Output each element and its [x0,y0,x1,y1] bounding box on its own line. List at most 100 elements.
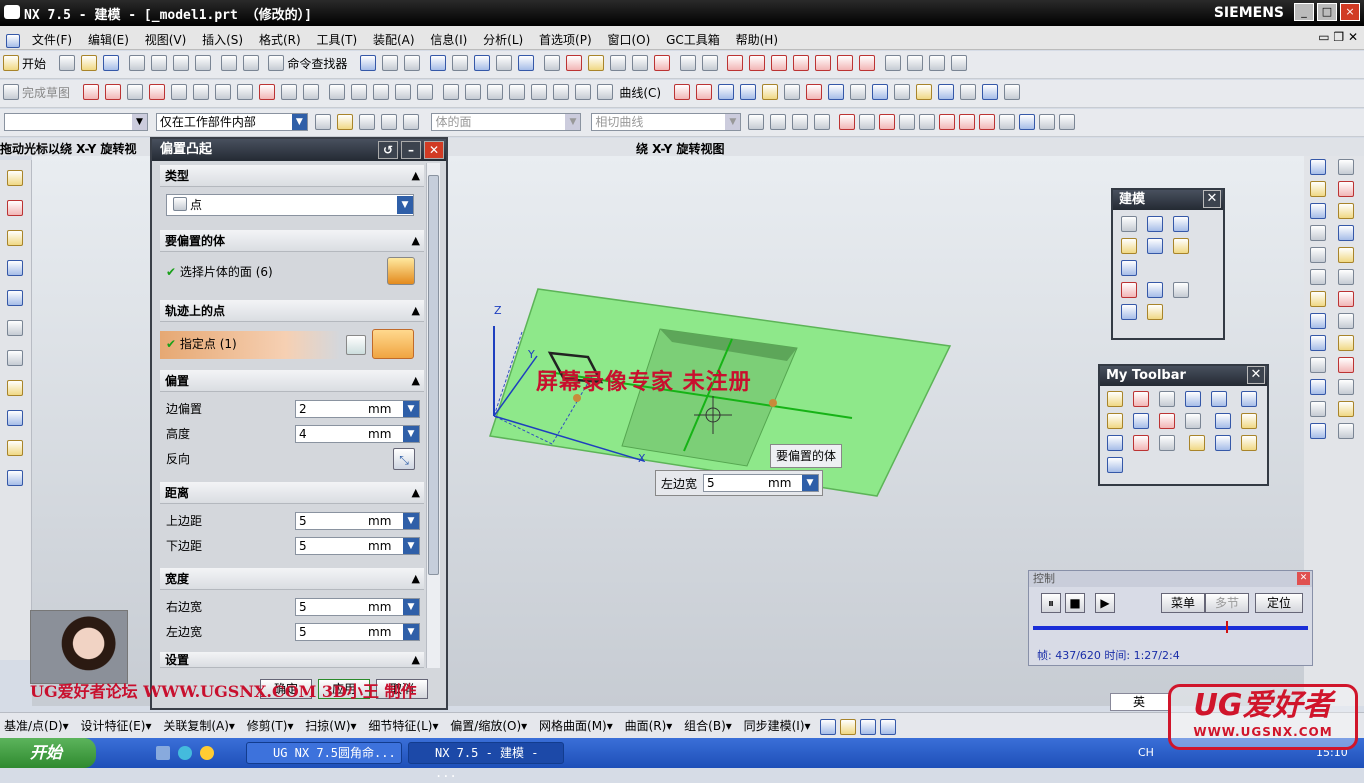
my-tool-s-icon[interactable] [1107,457,1123,473]
surface-e-icon[interactable] [959,84,976,100]
dialog-reset-button[interactable]: ↺ [378,141,398,159]
system-scene-icon[interactable] [7,470,23,486]
history-icon[interactable] [7,320,23,336]
feature-a-icon[interactable] [1310,159,1326,175]
select-faces-row[interactable]: ✔ 选择片体的面 (6) [160,257,424,285]
left-width-onscreen-input[interactable]: 左边宽 5 mm ▼ [655,470,823,496]
snap-quadrant-icon[interactable] [938,114,955,130]
snap-d-icon[interactable] [814,114,831,130]
menu-button[interactable]: 菜单 [1161,593,1205,613]
minimize-button[interactable]: _ [1294,3,1314,21]
snap-extra-a-icon[interactable] [1038,114,1055,130]
part-navigator-icon[interactable] [7,230,23,246]
orient-view-icon[interactable] [518,55,534,71]
my-tool-b-icon[interactable] [1133,391,1149,407]
curve-f-icon[interactable] [783,84,800,100]
pattern-curve-icon[interactable] [350,84,367,100]
datum-csys-icon[interactable] [1173,216,1189,232]
feature-d-icon[interactable] [1338,181,1354,197]
tool-c-icon[interactable] [679,55,696,71]
my-tool-a-icon[interactable] [1107,391,1123,407]
trim-icon[interactable] [394,84,411,100]
menu-help[interactable]: 帮助(H) [730,26,784,53]
system-materials-icon[interactable] [7,350,23,366]
surface-f-icon[interactable] [981,84,998,100]
curve-i-icon[interactable] [849,84,866,100]
chamfer-feature-icon[interactable] [1147,282,1163,298]
my-toolbar-title[interactable]: My Toolbar ✕ [1100,366,1267,386]
face-rule-combo[interactable]: 体的面 ▼ [431,113,582,131]
taskbar-item-nx[interactable]: NX 7.5 - 建模 - ... [408,742,564,780]
bottom-tool-b-icon[interactable] [840,718,857,735]
feature-i-icon[interactable] [1310,247,1326,263]
feature-t-icon[interactable] [1338,357,1354,373]
section-offset[interactable]: 偏置 ▲ [160,370,424,392]
start-menu-button[interactable]: 开始 [0,738,96,768]
control-close-button[interactable]: ✕ [1297,572,1310,585]
menu-tools[interactable]: 工具(T) [310,26,363,53]
constraint-g-icon[interactable] [574,84,591,100]
menu-view[interactable]: 视图(V) [139,26,193,53]
curve-tool-b-icon[interactable] [749,55,766,71]
my-tool-i-icon[interactable] [1159,413,1175,429]
surface-b-icon[interactable] [893,84,910,100]
display-icon[interactable] [543,55,560,71]
synchronous-modeling-menu[interactable]: 同步建模(I)▾ [740,713,815,738]
my-tool-p-icon[interactable] [1188,435,1205,451]
select-body-cube-icon[interactable] [387,257,415,285]
feature-s-icon[interactable] [1310,357,1326,373]
command-finder-icon[interactable] [268,55,285,71]
feature-k-icon[interactable] [1310,269,1326,285]
save-icon[interactable] [102,55,119,71]
mirror-curve-icon[interactable] [372,84,389,100]
curve-tool-c-icon[interactable] [771,55,788,71]
feature-q-icon[interactable] [1310,335,1326,351]
close-button[interactable]: × [1340,3,1360,21]
bottom-margin-input[interactable]: 5 mm ▼ [295,537,420,555]
associative-copy-menu[interactable]: 关联复制(A)▾ [159,713,239,738]
snap-existing-point-icon[interactable] [958,114,975,130]
internet-explorer-icon[interactable] [7,290,23,306]
view-b-icon[interactable] [907,55,924,71]
shell-icon[interactable] [1121,304,1137,320]
constraint-d-icon[interactable] [508,84,525,100]
snap-endpoint-icon[interactable] [838,114,855,130]
maximize-button[interactable]: □ [1317,3,1337,21]
extrude-icon[interactable] [1121,238,1137,254]
app-menu-icon[interactable] [6,33,20,48]
my-tool-h-icon[interactable] [1133,413,1149,429]
polygon-icon[interactable] [236,84,253,100]
my-tool-n-icon[interactable] [1133,435,1149,451]
curve-h-icon[interactable] [827,84,844,100]
select-feature-icon[interactable] [336,114,353,130]
surface-menu[interactable]: 曲面(R)▾ [621,713,677,738]
snap-on-curve-icon[interactable] [978,114,995,130]
section-point-on-path[interactable]: 轨迹上的点 ▲ [160,300,424,322]
start-icon[interactable] [3,55,19,71]
bottom-tool-d-icon[interactable] [880,718,897,735]
surface-d-icon[interactable] [937,84,954,100]
modeling-palette-close-button[interactable]: ✕ [1203,190,1221,208]
specify-point-row[interactable]: ✔ 指定点 (1) [160,331,340,359]
process-studio-icon[interactable] [7,380,23,396]
menu-assembly[interactable]: 装配(A) [367,26,421,53]
datum-point-menu[interactable]: 基准/点(D)▾ [0,713,73,738]
curve-tool-e-icon[interactable] [815,55,832,71]
curve-d-icon[interactable] [739,84,756,100]
my-tool-j-icon[interactable] [1185,413,1201,429]
snap-bounded-icon[interactable] [1018,114,1035,130]
feature-m-icon[interactable] [1310,291,1326,307]
zoom-icon[interactable] [452,55,468,71]
command-finder-button[interactable]: 命令查找器 [287,55,347,72]
trim-menu[interactable]: 修剪(T)▾ [243,713,298,738]
undo-icon[interactable] [220,55,237,71]
bottom-tool-a-icon[interactable] [820,718,837,735]
progress-marker[interactable] [1226,621,1228,633]
section-width[interactable]: 宽度 ▲ [160,568,424,590]
snap-midpoint-icon[interactable] [858,114,875,130]
feature-w-icon[interactable] [1310,401,1326,417]
type-filter-combo[interactable]: ▼ [4,113,148,131]
constraint-navigator-icon[interactable] [7,200,23,216]
copy-icon[interactable] [150,55,167,71]
feature-e-icon[interactable] [1310,203,1326,219]
